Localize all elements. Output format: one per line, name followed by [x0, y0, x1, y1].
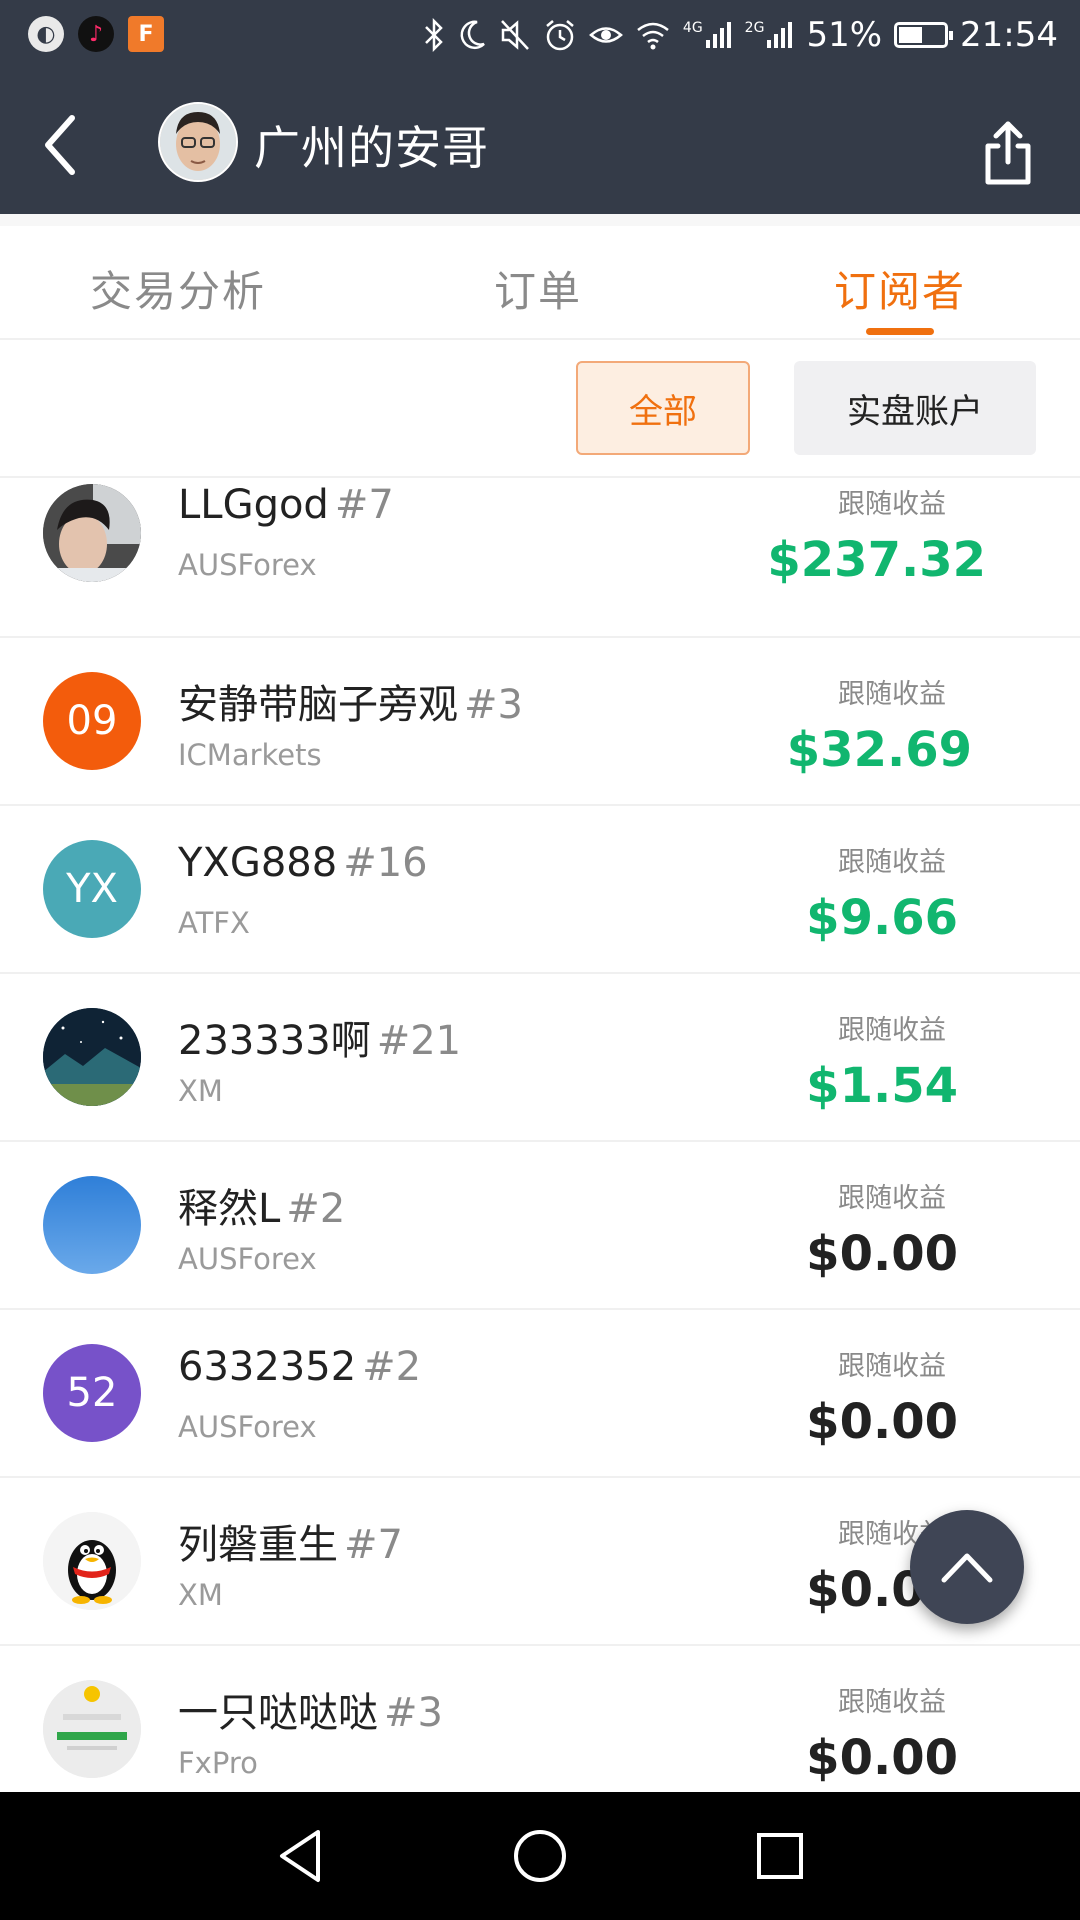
- profit-value: $0.00: [806, 1394, 958, 1450]
- chevron-left-icon: [45, 115, 75, 175]
- battery-level: [899, 27, 923, 43]
- list-item[interactable]: 09 安静带脑子旁观 #3 ICMarkets 跟随收益 $32.69: [0, 638, 1080, 806]
- subscriber-broker: AUSForex: [178, 1242, 317, 1276]
- eye-icon: [588, 27, 623, 43]
- app-notification-icon-2: F: [128, 16, 164, 52]
- tab-orders[interactable]: 订单: [494, 258, 582, 319]
- status-bar: ◐ ♪ F 4G 2G 51% 21:54: [0, 0, 1080, 72]
- triangle-back-icon: [280, 1830, 320, 1882]
- tiktok-notification-icon: ♪: [78, 16, 114, 52]
- profit-label: 跟随收益: [838, 1183, 946, 1214]
- signal-icon-2: [767, 22, 793, 48]
- system-nav-bar: [0, 1792, 1080, 1920]
- active-tab-indicator: [866, 328, 934, 335]
- subscriber-name: 释然L #2: [178, 1186, 346, 1232]
- square-recents-icon: [757, 1833, 803, 1879]
- subscriber-broker: AUSForex: [178, 548, 317, 582]
- network-4g-label: 4G: [682, 20, 703, 36]
- clock: 21:54: [960, 15, 1058, 55]
- filter-bar: 全部 实盘账户: [0, 340, 1080, 478]
- filter-real-account-button[interactable]: 实盘账户: [794, 361, 1036, 455]
- tab-bar: 交易分析 订单 订阅者: [0, 226, 1080, 340]
- nav-home-button[interactable]: [510, 1826, 570, 1886]
- subscriber-broker: ICMarkets: [178, 738, 322, 772]
- bluetooth-icon: [425, 18, 443, 52]
- profit-value: $0.00: [806, 1730, 958, 1786]
- list-item[interactable]: 释然L #2 AUSForex 跟随收益 $0.00: [0, 1142, 1080, 1310]
- avatar: [43, 484, 141, 582]
- header: 广州的安哥: [0, 72, 1080, 214]
- moon-icon: [460, 20, 485, 49]
- profit-label: 跟随收益: [838, 489, 946, 520]
- list-item[interactable]: LLGgod #7 AUSForex 跟随收益 $237.32: [0, 478, 1080, 638]
- alarm-icon: [546, 20, 574, 51]
- tab-subscribers[interactable]: 订阅者: [834, 258, 966, 319]
- wifi-icon: [637, 22, 669, 50]
- tab-trade-analysis[interactable]: 交易分析: [90, 258, 266, 319]
- subscriber-name: 安静带脑子旁观 #3: [178, 682, 523, 728]
- battery-percent: 51%: [806, 15, 883, 55]
- network-2g-label: 2G: [744, 20, 765, 36]
- profit-label: 跟随收益: [838, 1687, 946, 1718]
- profit-label: 跟随收益: [838, 1015, 946, 1046]
- subscriber-broker: ATFX: [178, 906, 250, 940]
- profile-avatar[interactable]: [158, 102, 238, 182]
- divider: [0, 214, 1080, 226]
- profit-value: $9.66: [806, 890, 958, 946]
- filter-all-button[interactable]: 全部: [576, 361, 750, 455]
- profit-label: 跟随收益: [838, 847, 946, 878]
- share-button[interactable]: [978, 118, 1038, 188]
- back-button[interactable]: [36, 110, 96, 180]
- avatar: [43, 1008, 141, 1106]
- signal-icon: [705, 22, 731, 48]
- profit-value: $1.54: [806, 1058, 958, 1114]
- list-item[interactable]: 52 6332352 #2 AUSForex 跟随收益 $0.00: [0, 1310, 1080, 1478]
- list-item[interactable]: 一只哒哒哒 #3 FxPro 跟随收益 $0.00: [0, 1646, 1080, 1792]
- avatar: [43, 1176, 141, 1274]
- app-notification-icon: ◐: [28, 16, 64, 52]
- subscriber-broker: XM: [178, 1578, 223, 1612]
- subscriber-broker: AUSForex: [178, 1410, 317, 1444]
- profit-value: $0.00: [806, 1226, 958, 1282]
- avatar: [43, 1680, 141, 1778]
- circle-home-icon: [514, 1830, 566, 1882]
- profit-value: $32.69: [786, 722, 972, 778]
- subscriber-broker: XM: [178, 1074, 223, 1108]
- avatar: YX: [43, 840, 141, 938]
- qq-penguin-icon: [43, 1512, 141, 1610]
- profit-value: $237.32: [767, 532, 986, 588]
- subscriber-name: 一只哒哒哒 #3: [178, 1690, 443, 1736]
- page-title: 广州的安哥: [254, 121, 489, 175]
- battery-icon: [894, 22, 954, 48]
- subscriber-broker: FxPro: [178, 1746, 258, 1780]
- subscriber-name: 233333啊 #21: [178, 1018, 462, 1064]
- list-item[interactable]: 233333啊 #21 XM 跟随收益 $1.54: [0, 974, 1080, 1142]
- subscriber-name: LLGgod #7: [178, 482, 394, 528]
- nav-recents-button[interactable]: [750, 1826, 810, 1886]
- scroll-to-top-button[interactable]: [910, 1510, 1024, 1624]
- nav-back-button[interactable]: [270, 1826, 330, 1886]
- subscriber-name: 列磐重生 #7: [178, 1522, 403, 1568]
- avatar: 52: [43, 1344, 141, 1442]
- profit-label: 跟随收益: [838, 679, 946, 710]
- avatar: 09: [43, 672, 141, 770]
- profit-label: 跟随收益: [838, 1351, 946, 1382]
- share-icon: [985, 121, 1031, 185]
- subscriber-name: YXG888 #16: [178, 840, 428, 886]
- chevron-up-icon: [941, 1553, 993, 1583]
- list-item[interactable]: YX YXG888 #16 ATFX 跟随收益 $9.66: [0, 806, 1080, 974]
- subscriber-name: 6332352 #2: [178, 1344, 422, 1390]
- mute-icon: [500, 20, 529, 50]
- profile-avatar-image: [160, 104, 236, 180]
